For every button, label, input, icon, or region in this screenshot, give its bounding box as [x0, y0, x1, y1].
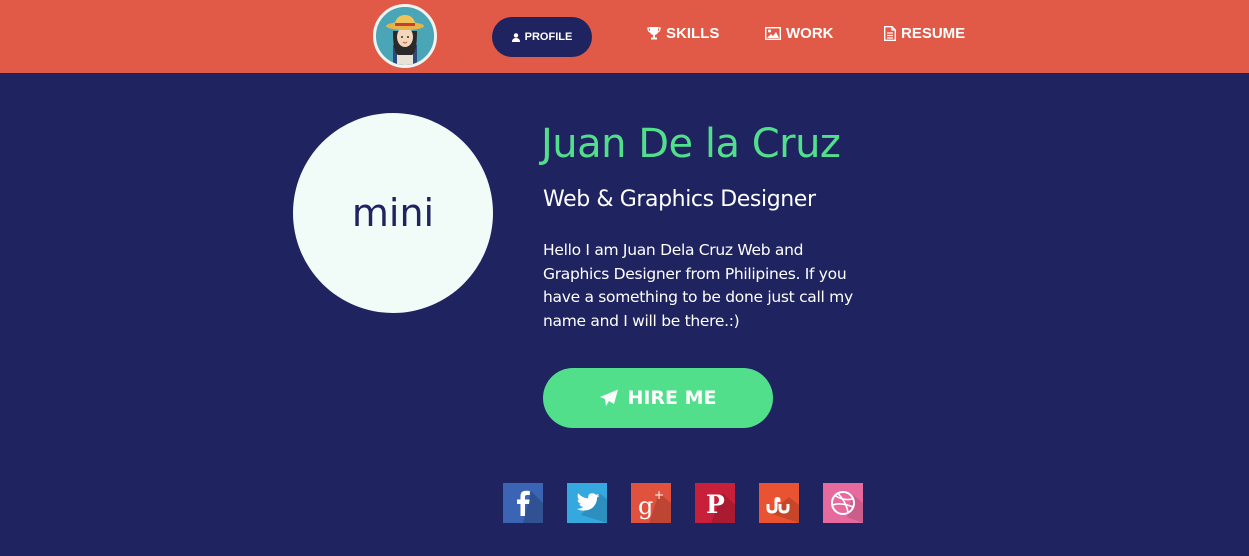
nav-tab-resume[interactable]: RESUME: [884, 22, 965, 44]
paper-plane-icon: [600, 389, 619, 406]
profile-name: Juan De la Cruz: [541, 121, 841, 167]
google-plus-link[interactable]: g +: [631, 483, 671, 523]
nav-resume-label: RESUME: [901, 24, 966, 42]
logo-avatar[interactable]: [373, 4, 437, 68]
top-navigation-bar: PROFILE SKILLS WORK RESUME: [0, 0, 1249, 73]
facebook-link[interactable]: [503, 483, 543, 523]
user-icon: [511, 32, 520, 42]
nav-profile-label: PROFILE: [524, 31, 573, 43]
pinterest-link[interactable]: P: [695, 483, 735, 523]
facebook-icon: [517, 490, 543, 523]
hire-me-label: HIRE ME: [627, 387, 717, 409]
image-icon: [765, 26, 781, 40]
svg-text:+: +: [654, 488, 664, 502]
twitter-icon: [576, 493, 607, 523]
nav-tab-work[interactable]: WORK: [765, 22, 834, 44]
stumbleupon-icon: [766, 496, 799, 523]
google-plus-icon: g +: [638, 488, 671, 523]
nav-skills-label: SKILLS: [666, 24, 720, 42]
dribbble-link[interactable]: [823, 483, 863, 523]
woman-avatar-icon: [376, 7, 434, 65]
twitter-link[interactable]: [567, 483, 607, 523]
profile-photo-circle: mini: [293, 113, 493, 313]
pinterest-icon: P: [706, 490, 735, 523]
hire-me-button[interactable]: HIRE ME: [543, 368, 773, 428]
document-icon: [884, 25, 896, 41]
profile-bio: Hello I am Juan Dela Cruz Web and Graphi…: [543, 241, 853, 330]
nav-tab-profile[interactable]: PROFILE: [492, 17, 592, 57]
stumbleupon-link[interactable]: [759, 483, 799, 523]
dribbble-icon: [831, 491, 863, 523]
nav-tab-skills[interactable]: SKILLS: [647, 22, 719, 44]
svg-text:P: P: [706, 490, 725, 519]
nav-work-label: WORK: [786, 24, 834, 42]
profile-title: Web & Graphics Designer: [543, 187, 816, 212]
svg-text:g: g: [638, 492, 653, 520]
trophy-icon: [647, 27, 661, 40]
profile-photo-text: mini: [351, 191, 435, 235]
